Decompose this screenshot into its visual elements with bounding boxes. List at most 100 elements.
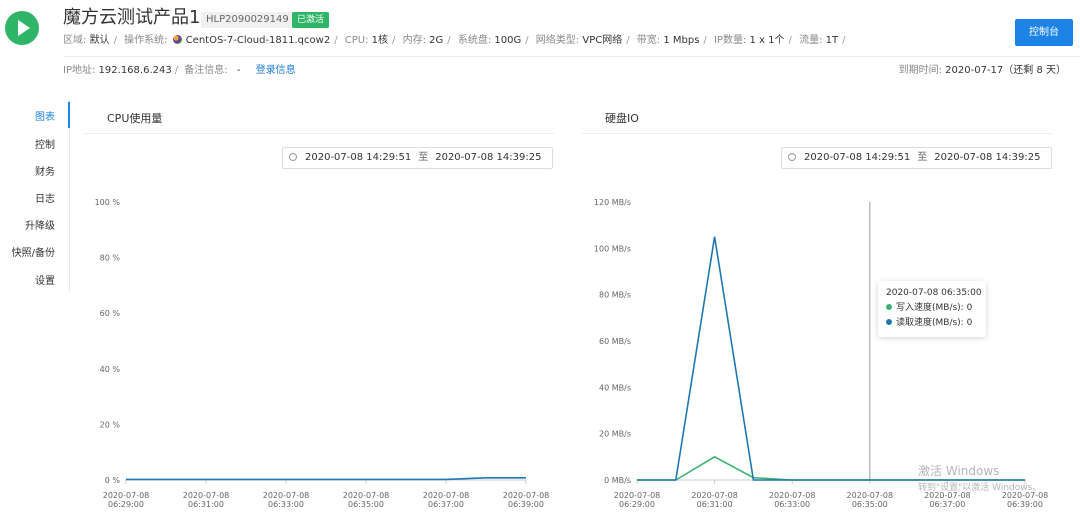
disk-panel-title: 硬盘IO — [605, 112, 639, 125]
clock-icon — [788, 153, 796, 161]
x-tick-label: 2020-07-08 — [263, 491, 310, 500]
ip-value: 192.168.6.243 — [98, 65, 172, 76]
x-tick-label: 06:29:00 — [108, 500, 144, 509]
nav-active-indicator — [68, 102, 70, 128]
watermark-subtitle: 转到"设置"以激活 Windows。 — [918, 483, 1042, 493]
tooltip-time: 2020-07-08 06:35:00 — [886, 288, 982, 298]
tooltip-read-row: 读取速度(MB/s): 0 — [886, 316, 978, 331]
remark-value: - — [236, 65, 241, 76]
nav-item-upgrade[interactable]: 升降级 — [25, 217, 55, 232]
tooltip-write-row: 写入速度(MB/s): 0 — [886, 301, 978, 316]
cpu-usage-chart[interactable]: 0 %20 %40 %60 %80 %100 %2020-07-0806:29:… — [84, 190, 554, 515]
disk-date-to: 2020-07-08 14:39:25 — [934, 152, 1041, 163]
y-tick-label: 100 MB/s — [594, 244, 631, 253]
console-button[interactable]: 控制台 — [1015, 19, 1073, 46]
x-tick-label: 2020-07-08 — [423, 491, 470, 500]
y-tick-label: 40 MB/s — [599, 383, 631, 392]
nav-item-logs[interactable]: 日志 — [35, 190, 55, 205]
x-tick-label: 06:35:00 — [852, 500, 888, 509]
spec-network-label: 网络类型: — [535, 35, 580, 46]
series-line-1 — [637, 236, 1025, 481]
y-tick-label: 60 MB/s — [599, 337, 631, 346]
x-tick-label: 06:31:00 — [697, 500, 733, 509]
side-nav: 图表 控制 财务 日志 升降级 快照/备份 设置 — [0, 100, 70, 292]
spec-disk-value: 100G — [494, 35, 522, 46]
x-tick-label: 06:35:00 — [348, 500, 384, 509]
x-tick-label: 06:33:00 — [268, 500, 304, 509]
spec-cpu-label: CPU: — [344, 35, 369, 46]
y-tick-label: 100 % — [95, 198, 121, 207]
x-tick-label: 06:37:00 — [428, 500, 464, 509]
nav-item-control[interactable]: 控制 — [35, 136, 55, 151]
spec-region-label: 区域: — [63, 35, 87, 46]
chart-tooltip: 2020-07-08 06:35:00 写入速度(MB/s): 0 读取速度(M… — [878, 281, 986, 337]
nav-item-finance[interactable]: 财务 — [35, 163, 55, 178]
x-tick-label: 06:39:00 — [1007, 500, 1043, 509]
header-divider — [63, 56, 1080, 57]
watermark-title: 激活 Windows — [918, 464, 1000, 478]
disk-date-sep: 至 — [917, 152, 928, 163]
status-badge: 已激活 — [292, 12, 330, 28]
login-info-link[interactable]: 登录信息 — [256, 65, 296, 76]
spec-region-value: 默认 — [89, 35, 110, 46]
clock-icon — [289, 153, 297, 161]
spec-os-label: 操作系统: — [124, 35, 168, 46]
series-line-0 — [126, 476, 526, 481]
x-tick-label: 2020-07-08 — [183, 491, 230, 500]
disk-panel-divider — [582, 133, 1052, 134]
spec-ip-count-label: IP数量: — [713, 35, 747, 46]
cpu-date-sep: 至 — [418, 152, 429, 163]
windows-activation-watermark: 激活 Windows 转到"设置"以激活 Windows。 — [918, 464, 1041, 495]
cpu-date-from: 2020-07-08 14:29:51 — [305, 152, 412, 163]
x-tick-label: 2020-07-08 — [769, 491, 816, 500]
tooltip-read-value: 读取速度(MB/s): 0 — [896, 318, 973, 328]
spec-bandwidth-value: 1 Mbps — [663, 35, 700, 46]
nav-item-settings[interactable]: 设置 — [35, 272, 55, 287]
product-id-tag: HLP2090029149 — [201, 12, 294, 28]
spec-disk-label: 系统盘: — [457, 35, 492, 46]
y-tick-label: 120 MB/s — [594, 198, 631, 207]
x-tick-label: 06:39:00 — [508, 500, 544, 509]
read-dot-icon — [886, 319, 892, 325]
disk-date-range-picker[interactable]: 2020-07-08 14:29:51 至 2020-07-08 14:39:25 — [781, 147, 1052, 169]
centos-icon — [172, 35, 182, 44]
spec-bandwidth-label: 带宽: — [636, 35, 661, 46]
disk-date-from: 2020-07-08 14:29:51 — [804, 152, 911, 163]
remark-label: 备注信息: — [184, 65, 228, 76]
x-tick-label: 06:37:00 — [929, 500, 965, 509]
ip-row: IP地址: 192.168.6.243/ 备注信息: - 登录信息 — [63, 65, 296, 76]
x-tick-label: 2020-07-08 — [503, 491, 550, 500]
spec-traffic-label: 流量: — [799, 35, 823, 46]
nav-item-charts[interactable]: 图表 — [35, 108, 55, 123]
spec-memory-value: 2G — [429, 35, 444, 46]
ip-label: IP地址: — [63, 65, 96, 76]
expire-label: 到期时间: — [898, 65, 942, 76]
play-icon[interactable] — [5, 11, 39, 45]
y-tick-label: 80 % — [100, 254, 121, 263]
spec-cpu-value: 1核 — [371, 35, 389, 46]
expire-info: 到期时间: 2020-07-17（还剩 8 天） — [899, 64, 1066, 78]
expire-value: 2020-07-17（还剩 8 天） — [945, 65, 1066, 76]
cpu-panel-divider — [84, 133, 554, 134]
y-tick-label: 20 % — [100, 420, 121, 429]
spec-ip-count-value: 1 x 1个 — [749, 35, 785, 46]
x-tick-label: 06:33:00 — [774, 500, 810, 509]
x-tick-label: 2020-07-08 — [691, 491, 738, 500]
spec-network-value: VPC网络 — [582, 35, 623, 46]
y-tick-label: 0 MB/s — [604, 476, 631, 485]
nav-item-snapshot-backup[interactable]: 快照/备份 — [12, 244, 55, 259]
y-tick-label: 0 % — [105, 476, 121, 485]
x-tick-label: 2020-07-08 — [614, 491, 661, 500]
y-tick-label: 60 % — [100, 309, 121, 318]
spec-memory-label: 内存: — [402, 35, 426, 46]
x-tick-label: 2020-07-08 — [847, 491, 894, 500]
spec-row: 区域: 默认 / 操作系统: CentOS-7-Cloud-1811.qcow2/… — [63, 35, 846, 46]
cpu-date-range-picker[interactable]: 2020-07-08 14:29:51 至 2020-07-08 14:39:25 — [282, 147, 553, 169]
write-dot-icon — [886, 304, 892, 310]
x-tick-label: 06:29:00 — [619, 500, 655, 509]
y-tick-label: 20 MB/s — [599, 430, 631, 439]
x-tick-label: 06:31:00 — [188, 500, 224, 509]
spec-traffic-value: 1T — [825, 35, 839, 46]
page-title: 魔方云测试产品1 — [63, 7, 201, 28]
cpu-date-to: 2020-07-08 14:39:25 — [435, 152, 542, 163]
